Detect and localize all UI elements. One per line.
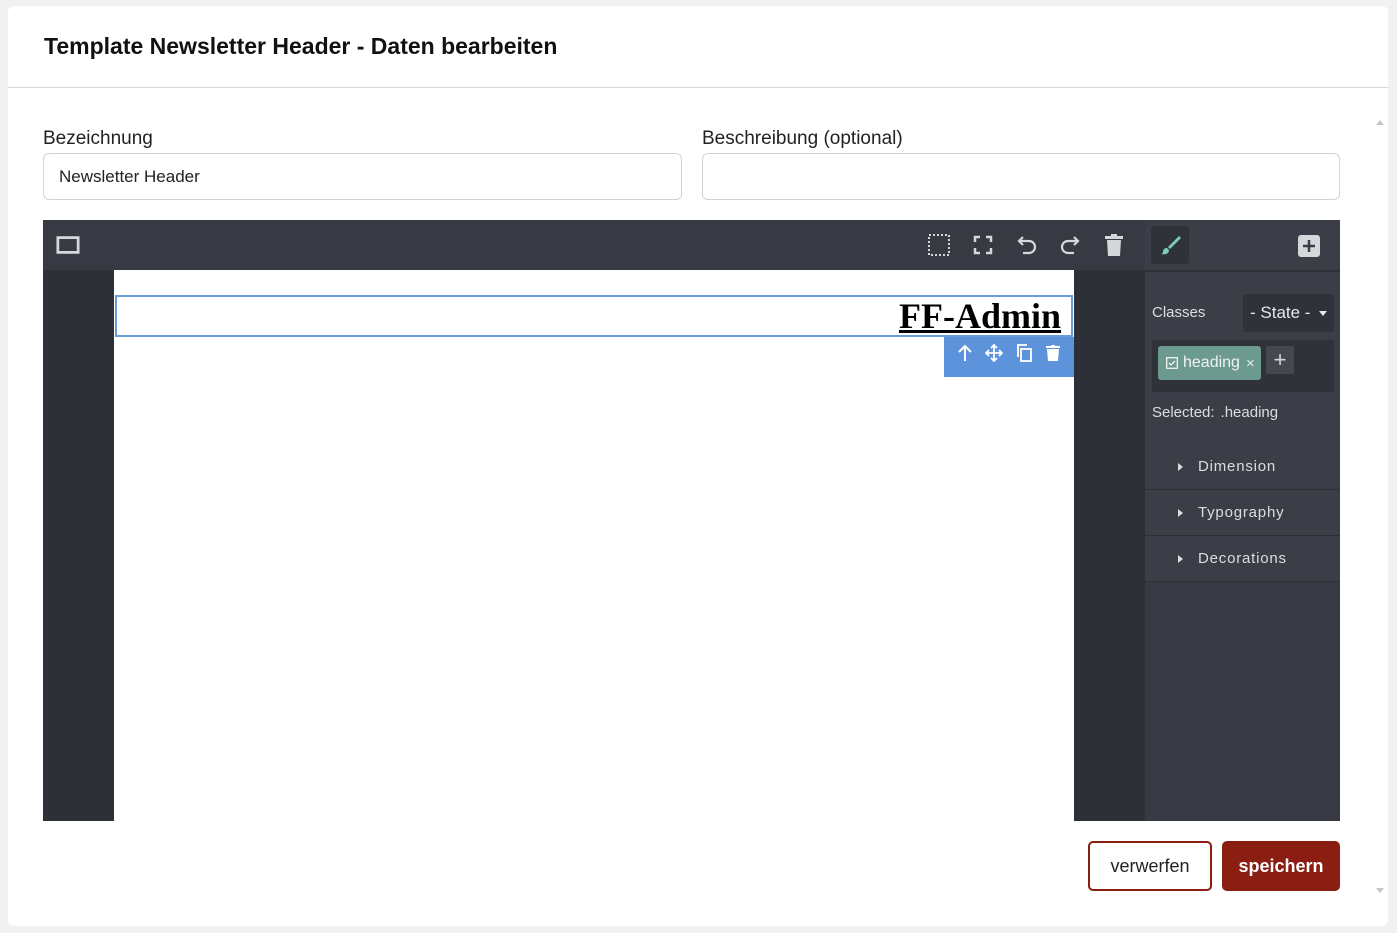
- trash-icon[interactable]: [1043, 343, 1063, 363]
- sector-label: Dimension: [1198, 458, 1277, 475]
- sector-typography[interactable]: Typography: [1145, 490, 1340, 536]
- modal-header: Template Newsletter Header - Daten bearb…: [8, 6, 1388, 88]
- selected-value: .heading: [1220, 404, 1279, 421]
- style-sectors: Dimension Typography Decorations: [1145, 444, 1340, 821]
- close-icon[interactable]: ×: [1246, 355, 1255, 372]
- sector-label: Typography: [1198, 504, 1285, 521]
- canvas-area: FF-Admin: [43, 270, 1145, 821]
- description-label: Beschreibung (optional): [702, 128, 903, 149]
- sector-decorations[interactable]: Decorations: [1145, 536, 1340, 582]
- caret-right-icon: [1178, 554, 1183, 563]
- class-tag-label: heading: [1183, 354, 1240, 371]
- discard-button[interactable]: verwerfen: [1088, 841, 1212, 891]
- class-tag-heading[interactable]: heading ×: [1158, 346, 1261, 380]
- device-desktop-icon[interactable]: [56, 233, 80, 257]
- selected-row: Selected: .heading: [1152, 404, 1284, 421]
- trash-icon[interactable]: [1102, 233, 1126, 257]
- undo-icon[interactable]: [1015, 233, 1039, 257]
- heading-text[interactable]: FF-Admin: [899, 296, 1061, 336]
- redo-icon[interactable]: [1058, 233, 1082, 257]
- block-toolbar: [944, 337, 1074, 377]
- checkbox-icon[interactable]: [1166, 357, 1178, 369]
- canvas-frame[interactable]: FF-Admin: [114, 270, 1074, 821]
- selected-label: Selected:: [1152, 404, 1215, 421]
- sector-dimension[interactable]: Dimension: [1145, 444, 1340, 490]
- fullscreen-icon[interactable]: [971, 233, 995, 257]
- plus-square-icon[interactable]: [1297, 234, 1321, 258]
- move-icon[interactable]: [984, 343, 1004, 363]
- name-input[interactable]: [43, 153, 682, 200]
- save-button[interactable]: speichern: [1222, 841, 1340, 891]
- name-label: Bezeichnung: [43, 128, 153, 149]
- state-select[interactable]: - State -: [1243, 294, 1334, 332]
- selector-manager: Classes - State - heading × + Selected:.…: [1145, 272, 1340, 444]
- classes-label: Classes: [1152, 304, 1206, 321]
- paint-brush-icon[interactable]: [1151, 226, 1189, 264]
- sw-visibility-icon[interactable]: [927, 233, 951, 257]
- chevron-down-icon: [1319, 311, 1327, 316]
- page-builder-editor: FF-Admin Classes - State - heading × + S…: [43, 220, 1340, 821]
- add-class-button[interactable]: +: [1266, 346, 1294, 374]
- style-manager-panel: Classes - State - heading × + Selected:.…: [1145, 220, 1340, 821]
- scroll-up-arrow[interactable]: [1376, 120, 1384, 125]
- selected-heading-block[interactable]: FF-Admin: [115, 295, 1073, 337]
- edit-template-modal: Template Newsletter Header - Daten bearb…: [8, 6, 1388, 926]
- panel-tabs: [1145, 220, 1340, 272]
- sector-label: Decorations: [1198, 550, 1287, 567]
- modal-title: Template Newsletter Header - Daten bearb…: [44, 33, 558, 59]
- scroll-down-arrow[interactable]: [1376, 888, 1384, 893]
- caret-right-icon: [1178, 508, 1183, 517]
- class-tags: heading × +: [1152, 340, 1334, 392]
- arrow-up-icon[interactable]: [955, 343, 975, 363]
- copy-icon[interactable]: [1014, 343, 1034, 363]
- editor-toolbar: [43, 220, 1145, 270]
- caret-right-icon: [1178, 462, 1183, 471]
- description-input[interactable]: [702, 153, 1340, 200]
- state-select-value: - State -: [1250, 303, 1311, 322]
